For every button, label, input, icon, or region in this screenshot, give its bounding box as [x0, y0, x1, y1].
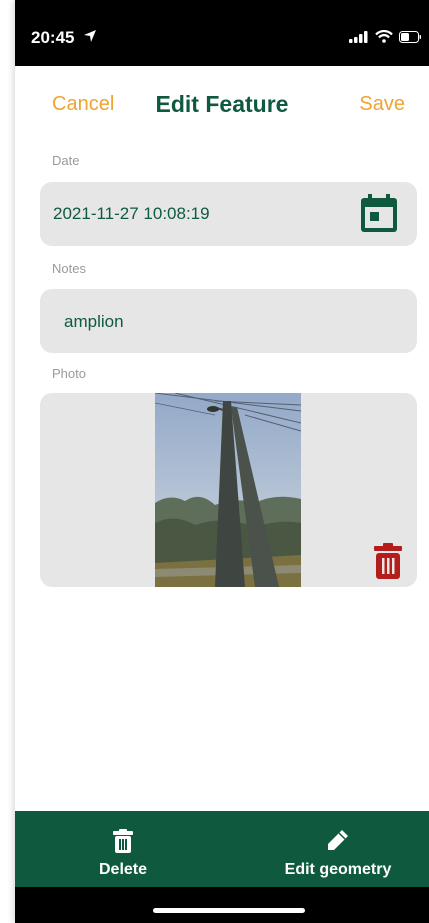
home-indicator-area	[15, 887, 429, 923]
trash-icon	[113, 829, 133, 856]
notes-field[interactable]: amplion	[40, 289, 417, 353]
delete-label: Delete	[98, 861, 148, 878]
clock: 20:45	[31, 28, 75, 47]
pencil-icon	[327, 829, 349, 854]
signal-icon	[349, 30, 369, 48]
date-field[interactable]: 2021-11-27 10:08:19	[40, 182, 417, 246]
wifi-icon	[375, 30, 393, 48]
home-indicator[interactable]	[153, 908, 305, 913]
status-bar: 20:45	[15, 0, 429, 66]
notes-value: amplion	[64, 312, 124, 331]
save-button[interactable]: Save	[359, 93, 405, 116]
date-value: 2021-11-27 10:08:19	[53, 204, 210, 223]
date-label: Date	[52, 153, 80, 168]
delete-button[interactable]: Delete	[75, 811, 171, 887]
status-icons	[349, 30, 421, 48]
status-time: 20:45	[31, 28, 97, 48]
edit-geometry-label: Edit geometry	[284, 861, 392, 878]
app-screen: 20:45 Cancel Edit Feature Save Date 2021…	[15, 0, 429, 923]
delete-photo-trash-icon[interactable]	[373, 543, 403, 584]
photo-container	[40, 393, 417, 587]
edit-geometry-button[interactable]: Edit geometry	[271, 811, 405, 887]
photo-label: Photo	[52, 366, 86, 381]
photo-image[interactable]	[155, 393, 301, 587]
calendar-icon[interactable]	[361, 194, 397, 237]
location-arrow-icon	[83, 28, 97, 48]
notes-label: Notes	[52, 261, 86, 276]
battery-icon	[399, 30, 421, 48]
bottom-toolbar: Delete Edit geometry	[15, 811, 429, 887]
nav-header: Cancel Edit Feature Save	[15, 66, 429, 142]
